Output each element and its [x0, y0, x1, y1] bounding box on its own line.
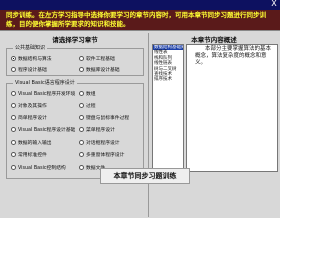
left-panel-title: 请选择学习章节 — [52, 36, 98, 44]
radio-dot — [11, 115, 16, 120]
main-window: 请选择学习章节 本章节内容概述 公共基础知识 数据结构与算法 软件工程基础 程序… — [0, 30, 280, 219]
radio-dot — [11, 91, 16, 96]
radio-keyboard-mouse-events[interactable]: 键盘与鼠标事件过程 — [79, 114, 129, 121]
radio-data-structures[interactable]: 数据结构与算法 — [11, 55, 52, 62]
title-bar: X — [0, 0, 280, 10]
radio-menu-design[interactable]: 菜单程序设计 — [79, 126, 115, 133]
radio-dot — [79, 115, 84, 120]
radio-label: 数据结构与算法 — [18, 57, 52, 62]
radio-label: 多重窗体程序设计 — [86, 153, 125, 158]
radio-dot — [79, 67, 84, 72]
radio-dot — [11, 67, 16, 72]
list-item[interactable]: 排序技术 — [153, 77, 183, 82]
radio-database-design[interactable]: 数据库设计基础 — [79, 66, 120, 73]
sync-training-button[interactable]: 本章节同步习题训练 — [100, 168, 190, 184]
radio-standard-controls[interactable]: 常用标准控件 — [11, 151, 47, 158]
radio-dot — [11, 127, 16, 132]
radio-label: 对话框程序设计 — [86, 141, 120, 146]
radio-dot — [79, 103, 84, 108]
radio-dot — [11, 152, 16, 157]
public-basics-group-label: 公共基础知识 — [13, 44, 48, 51]
bottom-area — [0, 218, 280, 270]
radio-label: 简单程序设计 — [18, 116, 47, 121]
radio-label: Visual Basic控制结构 — [18, 166, 66, 171]
radio-objects[interactable]: 对象及其操作 — [11, 102, 47, 109]
radio-dot — [79, 91, 84, 96]
radio-dot — [79, 152, 84, 157]
vb-programming-group: Visual Basic语言程序设计 Visual Basic程序开发环境 数组… — [6, 79, 144, 179]
radio-label: 数据的输入输出 — [18, 141, 52, 146]
radio-dot — [11, 165, 16, 170]
radio-arrays[interactable]: 数组 — [79, 90, 96, 97]
vb-group-label: Visual Basic语言程序设计 — [13, 79, 77, 86]
radio-dot — [79, 127, 84, 132]
radio-control-structures[interactable]: Visual Basic控制结构 — [11, 164, 66, 171]
radio-label: 菜单程序设计 — [86, 128, 115, 133]
radio-label: 键盘与鼠标事件过程 — [86, 116, 130, 121]
public-basics-group: 公共基础知识 数据结构与算法 软件工程基础 程序设计基础 数据库设计基础 — [6, 44, 144, 76]
radio-label: 常用标准控件 — [18, 153, 47, 158]
chapter-listbox[interactable]: 数据结构基础知识 线性表 栈和队列 线性链表 树与二叉树 查找技术 排序技术 — [152, 44, 184, 172]
radio-label: 数组 — [86, 92, 96, 97]
close-button[interactable]: X — [270, 0, 278, 8]
panel-divider — [148, 33, 149, 217]
radio-multi-form[interactable]: 多重窗体程序设计 — [79, 151, 124, 158]
radio-label: Visual Basic程序设计基础 — [18, 128, 76, 133]
radio-label: 对象及其操作 — [18, 104, 47, 109]
chapter-description: 本部分主要掌握算法的基本概念，算法复杂度的概念和意义。 — [186, 44, 278, 172]
radio-label: 过程 — [86, 104, 96, 109]
radio-simple-programming[interactable]: 简单程序设计 — [11, 114, 47, 121]
radio-dot — [79, 140, 84, 145]
radio-label: 数据库设计基础 — [86, 68, 120, 73]
radio-data-io[interactable]: 数据的输入输出 — [11, 139, 52, 146]
radio-dot — [11, 103, 16, 108]
radio-procedures[interactable]: 过程 — [79, 102, 96, 109]
radio-label: Visual Basic程序开发环境 — [18, 92, 76, 97]
radio-programming-basics[interactable]: 程序设计基础 — [11, 66, 47, 73]
instruction-banner: 同步训练。在左方学习指导中选择你要学习的章节内容时，可用本章节同步习题进行同步训… — [0, 10, 280, 30]
radio-dot — [11, 140, 16, 145]
right-panel-title: 本章节内容概述 — [191, 36, 237, 44]
radio-dot — [79, 165, 84, 170]
radio-vb-environment[interactable]: Visual Basic程序开发环境 — [11, 90, 75, 97]
radio-label: 软件工程基础 — [86, 57, 115, 62]
radio-dialog-design[interactable]: 对话框程序设计 — [79, 139, 120, 146]
radio-software-engineering[interactable]: 软件工程基础 — [79, 55, 115, 62]
banner-text: 同步训练。在左方学习指导中选择你要学习的章节内容时，可用本章节同步习题进行同步训… — [6, 11, 266, 28]
radio-dot — [11, 56, 16, 61]
radio-dot — [79, 56, 84, 61]
radio-vb-basics[interactable]: Visual Basic程序设计基础 — [11, 126, 75, 133]
radio-label: 程序设计基础 — [18, 68, 47, 73]
